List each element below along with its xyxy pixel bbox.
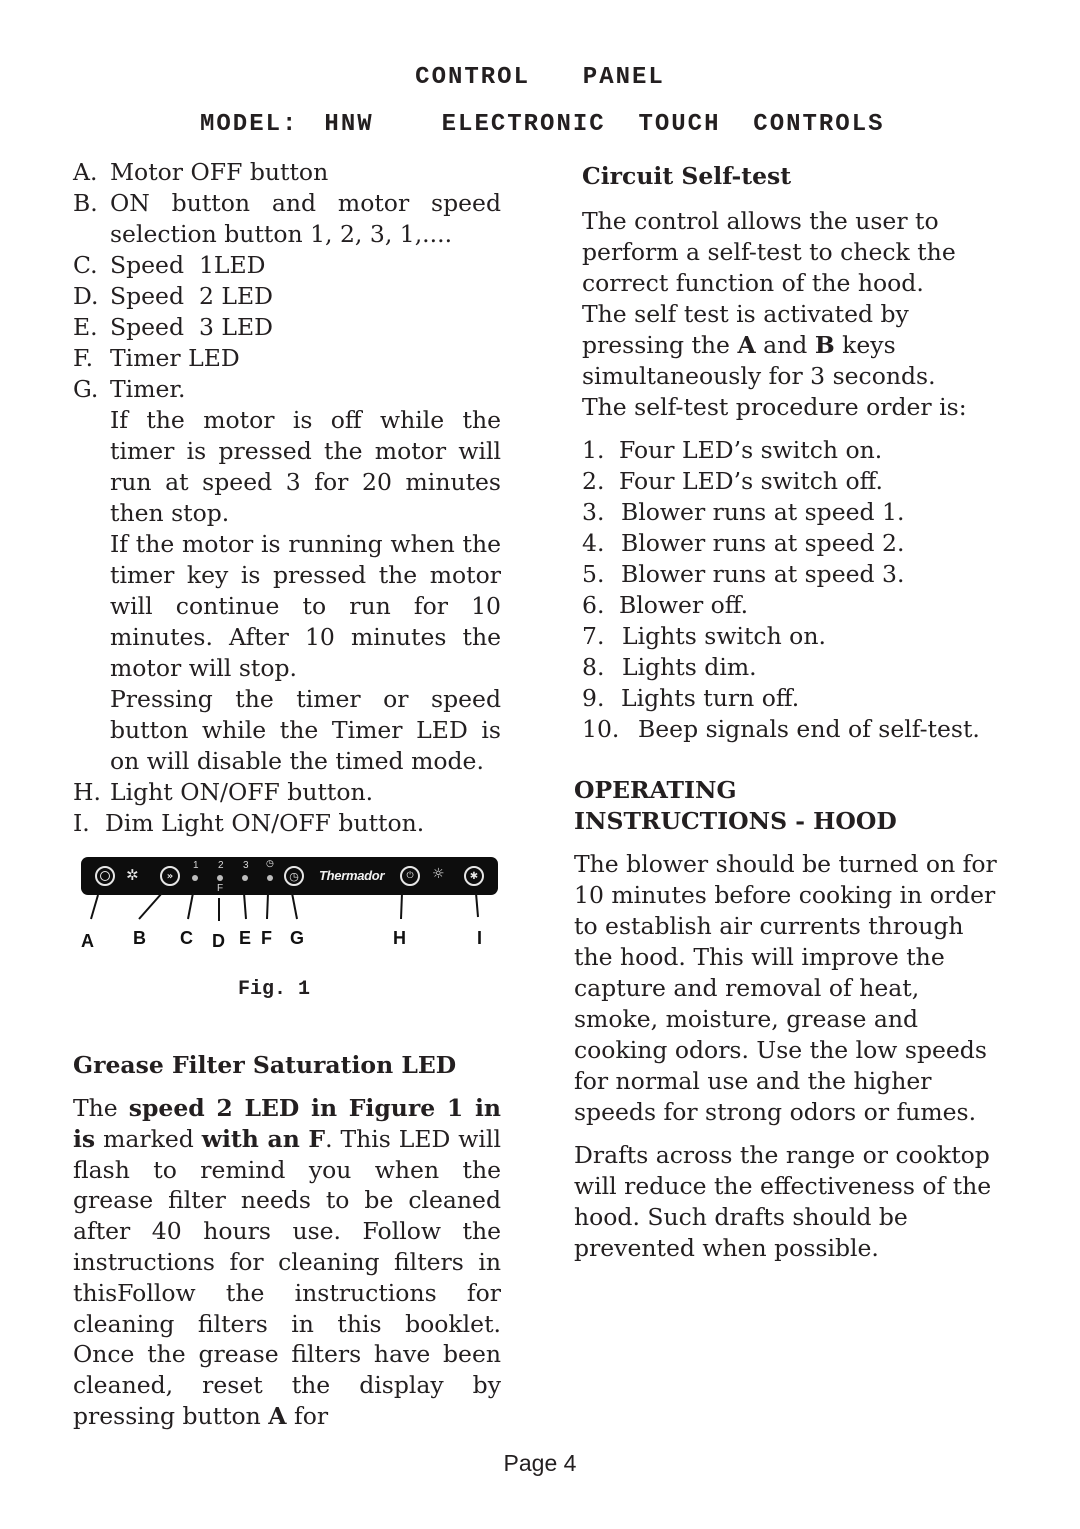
selftest-activation: The self test is activated by pressing t… bbox=[582, 300, 936, 390]
legend-item: G. Timer. bbox=[73, 375, 186, 403]
model-value: HNW bbox=[324, 111, 374, 138]
legend-item: H. Light ON/OFF button. bbox=[73, 778, 374, 806]
selftest-steps: 1. Four LED’s switch on. 2. Four LED’s swi… bbox=[582, 435, 1002, 745]
grease-heading: Grease Filter Saturation LED bbox=[73, 1051, 457, 1079]
timer-paragraph: If the motor is off while the timer is p… bbox=[110, 406, 501, 527]
callout-line-i bbox=[475, 892, 479, 918]
legend-item: D. Speed 2 LED bbox=[73, 282, 273, 310]
selftest-intro: The control allows the user to perform a… bbox=[582, 207, 956, 297]
selftest-section: Circuit Self-test The control allows the… bbox=[582, 161, 1002, 745]
callout-line-h bbox=[400, 892, 403, 920]
callout-letter: C bbox=[180, 928, 193, 948]
callout-line-g bbox=[291, 892, 298, 920]
subtitle: ELECTRONIC TOUCH CONTROLS bbox=[441, 111, 885, 138]
legend-item: E. Speed 3 LED bbox=[73, 313, 273, 341]
legend-item: B. ON button and motor speed selection bu… bbox=[73, 189, 501, 248]
callout-letter: B bbox=[133, 928, 146, 948]
grease-paragraph: The speed 2 LED in Figure 1 in is marked… bbox=[73, 1094, 501, 1430]
callout-line-e bbox=[243, 892, 247, 920]
callout-letter: A bbox=[81, 931, 94, 951]
callout-line-c bbox=[187, 892, 194, 920]
grease-section: Grease Filter Saturation LED The speed 2… bbox=[73, 1050, 501, 1432]
callout-letter: D bbox=[212, 931, 225, 951]
legend-item: F. Timer LED bbox=[73, 344, 240, 372]
operating-paragraph: The blower should be turned on for 10 mi… bbox=[574, 850, 997, 1126]
page-title: CONTROL PANEL bbox=[415, 64, 665, 91]
callout-letter: F bbox=[261, 928, 272, 948]
operating-section: OPERATING INSTRUCTIONS - HOOD The blower… bbox=[574, 775, 1000, 1264]
list-item: 4. Blower runs at speed 2. bbox=[582, 529, 905, 557]
list-item: 6. Blower off. bbox=[582, 591, 749, 619]
callout-line-f bbox=[266, 892, 269, 920]
list-item: 1. Four LED’s switch on. bbox=[582, 436, 883, 464]
timer-paragraph: Pressing the timer or speed button while… bbox=[110, 685, 501, 775]
operating-heading: OPERATING INSTRUCTIONS - HOOD bbox=[574, 776, 897, 835]
model-line: MODEL: HNW ELECTRONIC TOUCH CONTROLS bbox=[200, 111, 960, 138]
selftest-order: The self-test procedure order is: bbox=[582, 393, 967, 421]
selftest-heading: Circuit Self-test bbox=[582, 162, 792, 190]
figure-caption: Fig. 1 bbox=[238, 978, 311, 1001]
list-item: 3. Blower runs at speed 1. bbox=[582, 498, 905, 526]
list-item: 2. Four LED’s switch off. bbox=[582, 467, 883, 495]
list-item: 8. Lights dim. bbox=[582, 653, 757, 681]
legend-section: A. Motor OFF button B. ON button and motor… bbox=[73, 157, 501, 839]
control-panel-figure: ✲ » 1 2 F 3 ◷ ◷ Thermador ⏻ ☼ ✱ A B C D … bbox=[78, 855, 502, 955]
callout-line-a bbox=[90, 894, 99, 920]
legend-item: I. Dim Light ON/OFF button. bbox=[73, 809, 425, 837]
callout-letter: H bbox=[393, 928, 406, 948]
operating-paragraph: Drafts across the range or cooktop will … bbox=[574, 1141, 992, 1262]
callout-letter: G bbox=[290, 928, 305, 948]
callout-letter: E bbox=[239, 928, 252, 948]
timer-paragraph: If the motor is running when the timer k… bbox=[110, 530, 501, 682]
page-number: Page 4 bbox=[503, 1450, 577, 1476]
list-item: 7. Lights switch on. bbox=[582, 622, 826, 650]
list-item: 10. Beep signals end of self-test. bbox=[582, 715, 980, 743]
list-item: 9. Lights turn off. bbox=[582, 684, 800, 712]
model-label: MODEL: bbox=[200, 111, 299, 138]
legend-item: C. Speed 1LED bbox=[73, 251, 266, 279]
list-item: 5. Blower runs at speed 3. bbox=[582, 560, 905, 588]
callout-letter: I bbox=[477, 928, 483, 948]
legend-item: A. Motor OFF button bbox=[73, 158, 329, 186]
callout-line-b bbox=[138, 892, 163, 920]
